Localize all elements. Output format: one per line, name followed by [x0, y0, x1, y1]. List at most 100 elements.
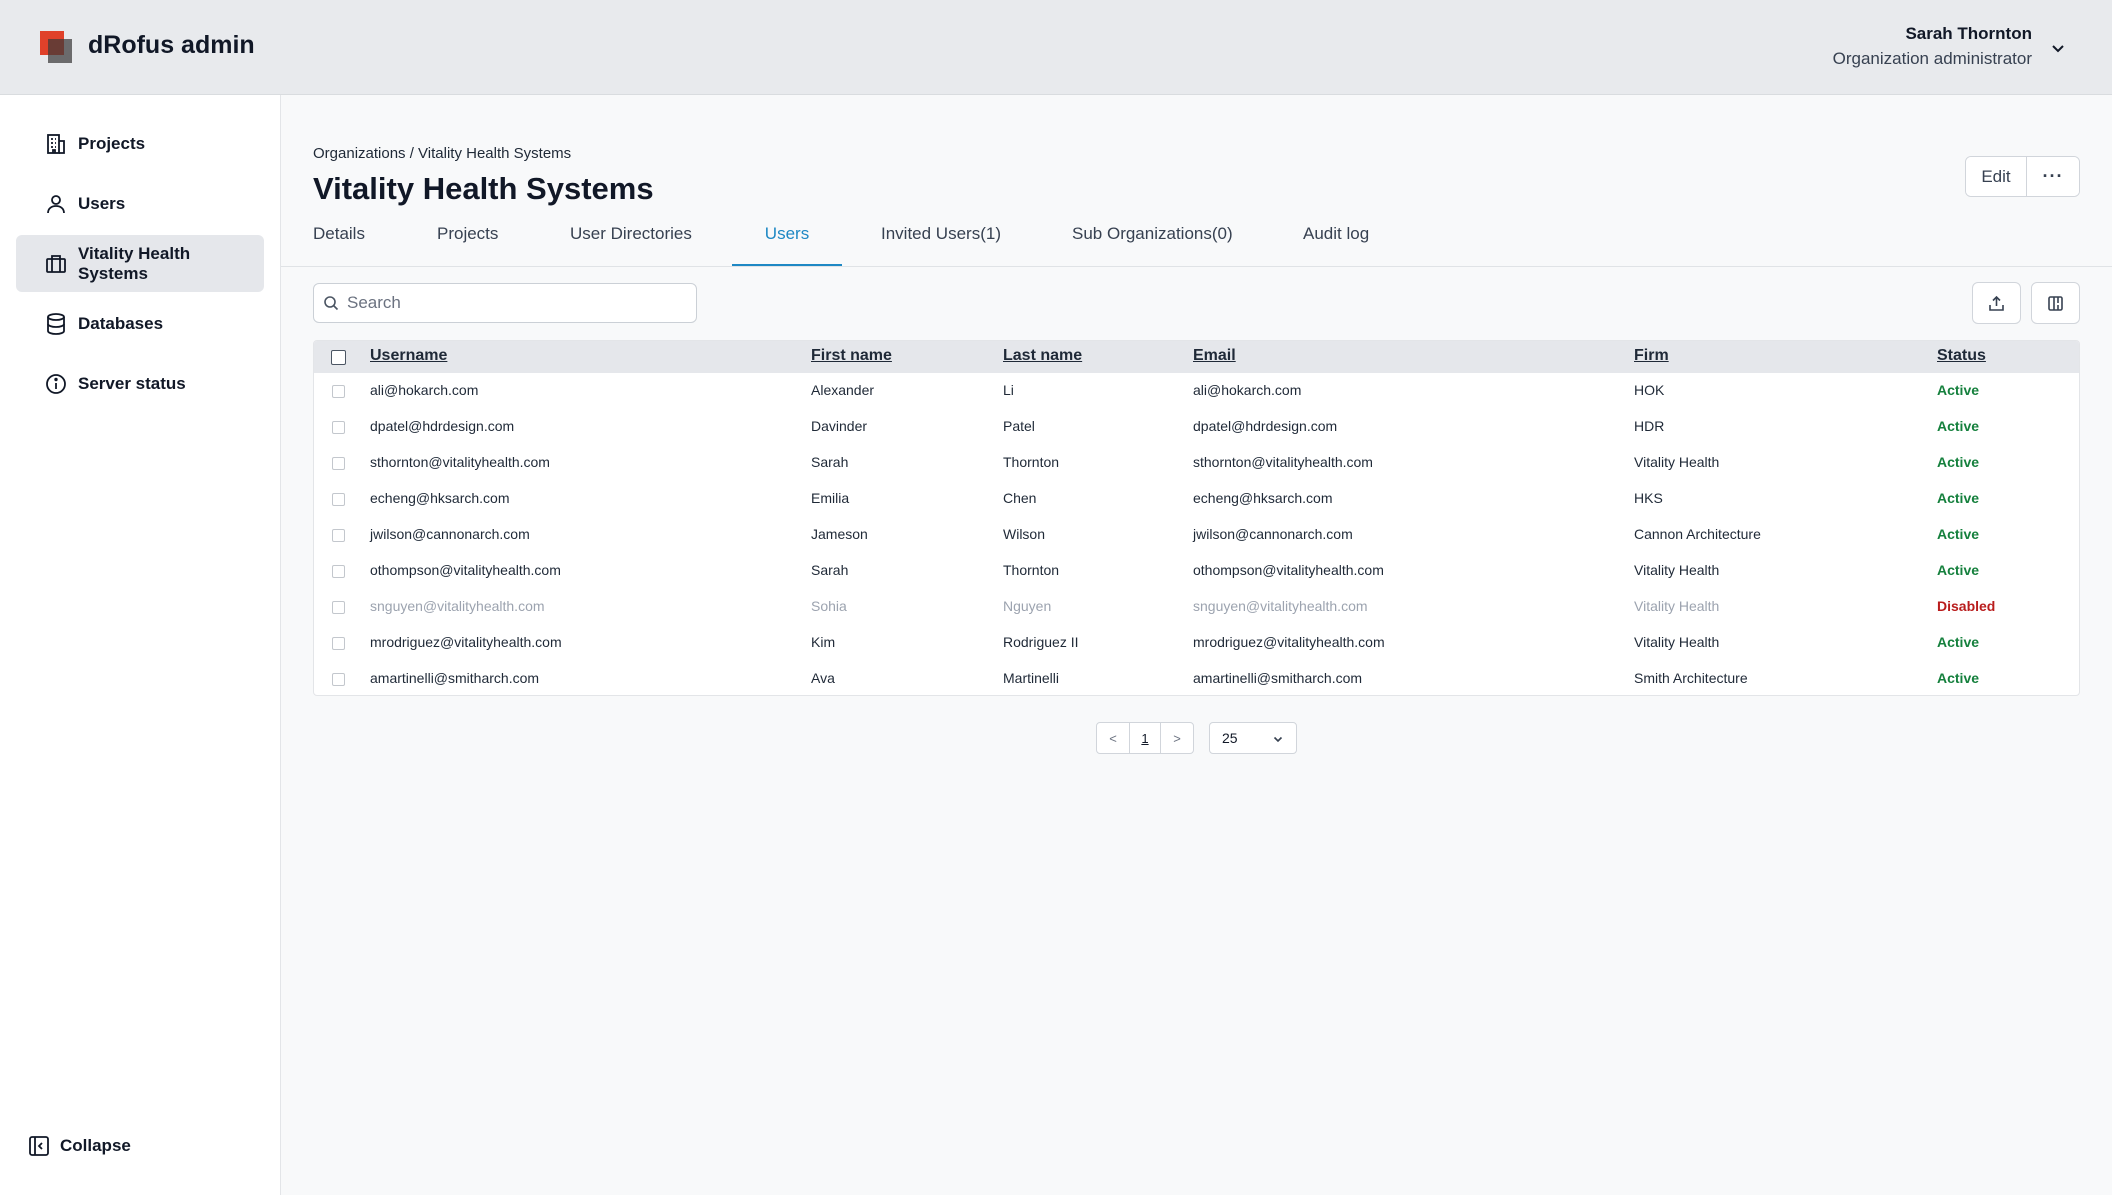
sidebar-item-users[interactable]: Users — [16, 175, 264, 232]
column-header-firm[interactable]: Firm — [1634, 347, 1669, 365]
cell-username: sthornton@vitalityhealth.com — [370, 454, 550, 470]
column-header-username[interactable]: Username — [370, 347, 447, 365]
tab-users[interactable]: Users — [732, 224, 842, 266]
collapse-label: Collapse — [60, 1136, 131, 1155]
app-title: dRofus admin — [88, 31, 255, 59]
row-checkbox[interactable] — [332, 565, 345, 578]
cell-firm: HDR — [1634, 418, 1665, 434]
database-icon — [47, 312, 65, 335]
tab-bar: Details Projects User Directories Users … — [281, 212, 2112, 267]
cell-username: ali@hokarch.com — [370, 382, 479, 398]
pagination: < 1 > — [1096, 722, 1194, 754]
cell-username: snguyen@vitalityhealth.com — [370, 598, 545, 614]
collapse-button[interactable]: Collapse — [28, 1135, 131, 1157]
select-all-checkbox[interactable] — [331, 350, 346, 365]
cell-email: dpatel@hdrdesign.com — [1193, 418, 1338, 434]
cell-first-name: Kim — [811, 634, 836, 650]
page-size-select[interactable]: 25 — [1209, 722, 1297, 754]
status-badge: Active — [1937, 526, 1980, 542]
tab-audit-log[interactable]: Audit log — [1303, 224, 1369, 266]
sidebar-item-projects[interactable]: Projects — [16, 115, 264, 172]
chevron-down-icon — [1273, 736, 1283, 743]
cell-email: mrodriguez@vitalityhealth.com — [1193, 634, 1385, 650]
sidebar-item-server-status[interactable]: Server status — [16, 355, 264, 412]
tab-projects[interactable]: Projects — [437, 224, 498, 266]
cell-email: sthornton@vitalityhealth.com — [1193, 454, 1373, 470]
cell-last-name: Wilson — [1003, 526, 1046, 542]
sidebar-item-databases[interactable]: Databases — [16, 295, 264, 352]
breadcrumb[interactable]: Organizations / Vitality Health Systems — [313, 145, 571, 162]
tab-user-directories[interactable]: User Directories — [570, 224, 692, 266]
page-actions: Edit ··· — [1965, 156, 2080, 197]
cell-first-name: Davinder — [811, 418, 868, 434]
chevron-down-icon[interactable] — [2048, 38, 2068, 58]
row-checkbox[interactable] — [332, 601, 345, 614]
table-row[interactable]: othompson@vitalityhealth.com Sarah Thorn… — [314, 553, 2079, 589]
cell-email: jwilson@cannonarch.com — [1193, 526, 1353, 542]
page-size-value: 25 — [1222, 730, 1238, 746]
cell-last-name: Chen — [1003, 490, 1037, 506]
status-badge: Active — [1937, 490, 1980, 506]
row-checkbox[interactable] — [332, 673, 345, 686]
table-row[interactable]: amartinelli@smitharch.com Ava Martinelli… — [314, 661, 2079, 695]
cell-first-name: Alexander — [811, 382, 875, 398]
column-header-last-name[interactable]: Last name — [1003, 347, 1082, 365]
row-checkbox[interactable] — [332, 421, 345, 434]
prev-page-button[interactable]: < — [1097, 723, 1129, 753]
cell-last-name: Patel — [1003, 418, 1035, 434]
table-row[interactable]: ali@hokarch.com Alexander Li ali@hokarch… — [314, 373, 2079, 409]
tab-details[interactable]: Details — [313, 224, 365, 266]
cell-firm: Cannon Architecture — [1634, 526, 1761, 542]
user-icon — [47, 194, 65, 213]
next-page-button[interactable]: > — [1161, 723, 1193, 753]
column-header-first-name[interactable]: First name — [811, 347, 892, 365]
user-role: Organization administrator — [1832, 49, 2032, 68]
upload-icon — [1989, 295, 2004, 311]
row-checkbox[interactable] — [332, 493, 345, 506]
table-row[interactable]: snguyen@vitalityhealth.com Sohia Nguyen … — [314, 589, 2079, 625]
status-badge: Active — [1937, 634, 1980, 650]
edit-button[interactable]: Edit — [1966, 157, 2027, 196]
table-row[interactable]: mrodriguez@vitalityhealth.com Kim Rodrig… — [314, 625, 2079, 661]
column-header-email[interactable]: Email — [1193, 347, 1236, 365]
user-menu[interactable]: Sarah Thornton Organization administrato… — [1833, 22, 2032, 72]
cell-first-name: Emilia — [811, 490, 850, 506]
row-checkbox[interactable] — [332, 637, 345, 650]
collapse-sidebar-icon — [29, 1136, 49, 1156]
row-checkbox[interactable] — [332, 457, 345, 470]
cell-username: othompson@vitalityhealth.com — [370, 562, 561, 578]
cell-first-name: Sarah — [811, 562, 849, 578]
table-row[interactable]: jwilson@cannonarch.com Jameson Wilson jw… — [314, 517, 2079, 553]
table-row[interactable]: dpatel@hdrdesign.com Davinder Patel dpat… — [314, 409, 2079, 445]
sidebar: Projects Users Vitality Health Systems D… — [0, 95, 281, 1195]
sidebar-item-label: Projects — [78, 133, 146, 153]
search-box — [313, 283, 697, 323]
tab-sub-organizations[interactable]: Sub Organizations(0) — [1072, 224, 1233, 266]
tab-invited-users[interactable]: Invited Users(1) — [881, 224, 1001, 266]
columns-button[interactable] — [2031, 282, 2080, 324]
user-name: Sarah Thornton — [1905, 24, 2032, 43]
more-options-button[interactable]: ··· — [2027, 157, 2079, 196]
sidebar-item-organization[interactable]: Vitality Health Systems — [16, 235, 264, 292]
cell-firm: HKS — [1634, 490, 1663, 506]
sidebar-item-label: Users — [78, 193, 126, 213]
table-row[interactable]: echeng@hksarch.com Emilia Chen echeng@hk… — [314, 481, 2079, 517]
table-row[interactable]: sthornton@vitalityhealth.com Sarah Thorn… — [314, 445, 2079, 481]
cell-first-name: Sohia — [811, 598, 847, 614]
row-checkbox[interactable] — [332, 385, 345, 398]
search-icon — [324, 296, 339, 311]
cell-firm: Vitality Health — [1634, 634, 1720, 650]
status-badge: Active — [1937, 454, 1980, 470]
row-checkbox[interactable] — [332, 529, 345, 542]
cell-last-name: Martinelli — [1003, 670, 1060, 686]
drofus-logo — [40, 31, 72, 63]
cell-firm: HOK — [1634, 382, 1665, 398]
export-button[interactable] — [1972, 282, 2021, 324]
users-table: Username First name Last name Email Firm… — [313, 340, 2080, 696]
cell-email: echeng@hksarch.com — [1193, 490, 1333, 506]
page-number-button[interactable]: 1 — [1129, 723, 1161, 753]
column-header-status[interactable]: Status — [1937, 347, 1986, 365]
cell-email: snguyen@vitalityhealth.com — [1193, 598, 1368, 614]
search-input[interactable] — [347, 293, 687, 313]
sidebar-item-label: Databases — [78, 313, 164, 333]
